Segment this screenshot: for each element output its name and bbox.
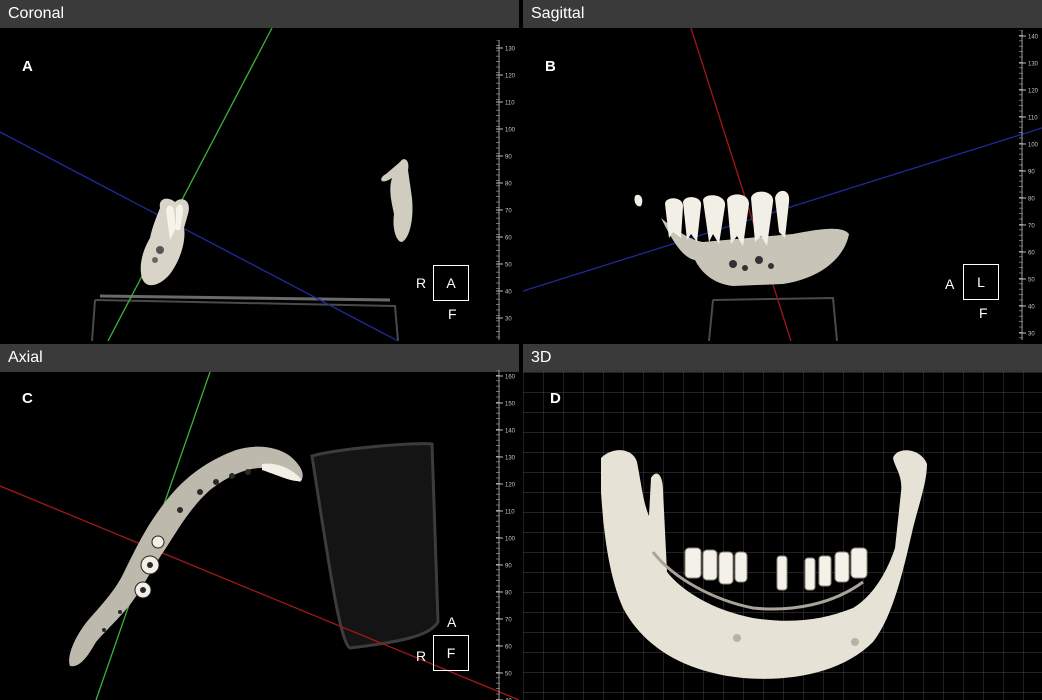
threed-pane-title: 3D — [523, 344, 1042, 372]
axial-orient-top: A — [447, 614, 457, 630]
sagittal-viewport[interactable]: Sagittal B A L F 140 130 120 110 100 90 80 70 60… — [523, 0, 1042, 341]
sagittal-ruler: 140 130 120 110 100 90 80 70 60 50 40 30 — [1019, 30, 1041, 340]
ruler-label: 130 — [505, 47, 516, 53]
coronal-crosshair-green — [107, 28, 273, 341]
ruler-label: 110 — [1028, 116, 1038, 122]
axial-viewport[interactable]: Axial C A R F 160 150 140 130 120 110 100 90 80 7… — [0, 344, 519, 700]
ruler-label: 60 — [505, 236, 512, 242]
ruler-label: 70 — [505, 209, 512, 215]
ruler-label: 80 — [1028, 197, 1035, 203]
ruler-label: 150 — [505, 402, 516, 408]
ruler-label: 80 — [505, 182, 512, 188]
ruler-label: 30 — [505, 317, 512, 323]
sagittal-crosshair-red — [690, 28, 792, 341]
coronal-orient-bottom: F — [448, 306, 457, 322]
sagittal-orient-bottom: F — [979, 305, 988, 321]
coronal-orientation-cube[interactable]: A — [433, 265, 469, 301]
ruler-label: 100 — [505, 128, 516, 134]
ruler-label: 120 — [505, 74, 516, 80]
coronal-ruler: 130 120 110 100 90 80 70 60 50 40 30 — [496, 40, 518, 340]
ruler-label: 50 — [505, 263, 512, 269]
ruler-label: 130 — [1028, 62, 1039, 68]
coronal-crosshair-blue — [0, 131, 399, 341]
coronal-pane-title: Coronal — [0, 0, 519, 28]
ruler-label: 100 — [1028, 143, 1039, 149]
coronal-pane-letter: A — [22, 58, 33, 75]
sagittal-pane-letter: B — [545, 58, 556, 75]
ruler-label: 110 — [505, 101, 515, 107]
ruler-label: 40 — [1028, 305, 1035, 311]
threed-pane-letter: D — [550, 390, 561, 407]
ruler-label: 30 — [1028, 332, 1035, 338]
ruler-label: 70 — [1028, 224, 1035, 230]
coronal-bone-fragment — [381, 159, 413, 242]
axial-orient-left: R — [416, 648, 427, 664]
ruler-label: 160 — [505, 375, 516, 381]
ruler-label: 50 — [505, 672, 512, 678]
ruler-label: 90 — [505, 155, 512, 161]
ruler-label: 90 — [1028, 170, 1035, 176]
ruler-label: 100 — [505, 537, 516, 543]
ruler-label: 90 — [505, 564, 512, 570]
ruler-label: 40 — [505, 290, 512, 296]
sagittal-pane-title: Sagittal — [523, 0, 1042, 28]
axial-ruler: 160150140130120110100908070605040 — [496, 370, 518, 700]
coronal-viewport[interactable]: Coronal A R A F 130 120 110 100 90 80 70 60 50 40… — [0, 0, 519, 341]
ruler-label: 110 — [505, 510, 515, 516]
axial-arch-shape — [69, 446, 303, 667]
threed-image — [523, 372, 1042, 700]
ruler-label: 80 — [505, 591, 512, 597]
sagittal-orient-left: A — [945, 276, 955, 292]
ruler-label: 70 — [505, 618, 512, 624]
ruler-label: 120 — [505, 483, 516, 489]
sagittal-orientation-cube[interactable]: L — [963, 264, 999, 300]
axial-pane-title: Axial — [0, 344, 519, 372]
axial-pane-letter: C — [22, 390, 33, 407]
axial-orientation-cube[interactable]: F — [433, 635, 469, 671]
ruler-label: 50 — [1028, 278, 1035, 284]
coronal-orient-left: R — [416, 275, 427, 291]
ruler-label: 120 — [1028, 89, 1039, 95]
ruler-label: 60 — [505, 645, 512, 651]
ruler-label: 140 — [505, 429, 516, 435]
ruler-label: 140 — [1028, 35, 1039, 41]
ruler-label: 60 — [1028, 251, 1035, 257]
threed-viewport[interactable]: 3D D — [523, 344, 1042, 700]
ruler-label: 130 — [505, 456, 516, 462]
